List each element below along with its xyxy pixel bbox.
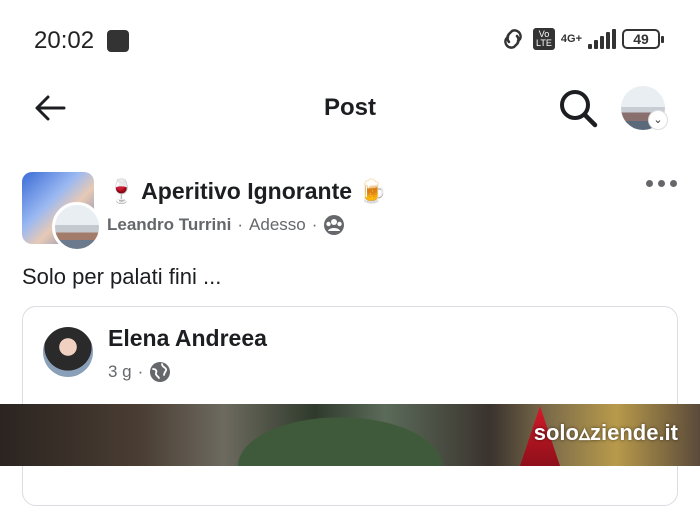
author-name[interactable]: Leandro Turrini [107,215,231,235]
link-icon [504,29,522,49]
chevron-down-icon[interactable]: ⌄ [648,110,668,130]
post-time[interactable]: Adesso [249,215,306,235]
shared-author-name[interactable]: Elena Andreea [108,325,267,352]
meta-separator: · [311,215,318,234]
group-name[interactable]: 🍷 Aperitivo Ignorante 🍺 [107,178,387,205]
globe-icon [150,362,171,382]
volte-badge: Vo LTE [533,28,555,50]
app-bar: Post [0,80,700,136]
battery-icon: 49 [622,29,664,49]
status-time: 20:02 [34,27,95,54]
meta-separator: · [237,215,244,234]
meta-separator: · [137,362,144,381]
post-text: Solo per palati fini ... [22,264,222,289]
group-audience-icon [324,215,345,235]
author-avatar[interactable] [52,202,102,252]
shared-post-time[interactable]: 3 g [108,362,132,382]
search-icon[interactable] [556,86,600,130]
status-icons: Vo LTE 4G+ 49 [499,28,664,50]
christmas-tree [210,404,470,466]
status-bar: 20:02 Vo LTE 4G+ 49 [0,0,700,80]
shared-post-meta: 3 g · [108,361,171,383]
more-options-icon[interactable] [646,180,686,194]
shared-author-avatar[interactable] [43,327,93,377]
post-header: 🍷 Aperitivo Ignorante 🍺 Leandro Turrini … [0,168,700,252]
notification-icon [107,30,129,52]
signal-icon [588,29,616,49]
watermark: solo▵ziende.it [533,420,678,445]
network-type: 4G+ [560,33,582,45]
post-meta: Leandro Turrini · Adesso · [107,214,345,236]
